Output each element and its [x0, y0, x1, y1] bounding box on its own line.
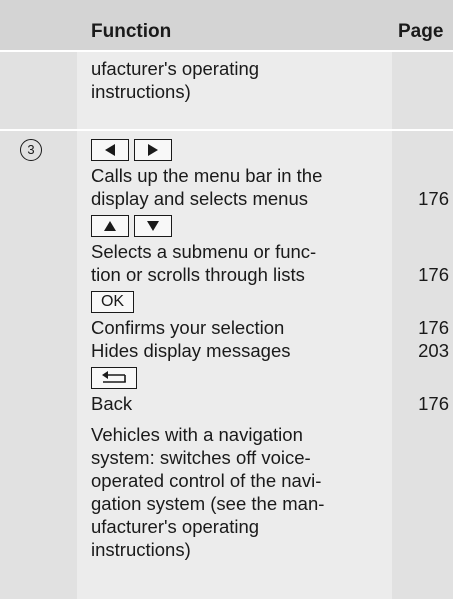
page-ref-back: 176 — [418, 393, 449, 414]
submenu-text-line-2: tion or scrolls through lists — [91, 264, 305, 285]
table-row-3: 3 Calls up the menu bar in the display a… — [0, 131, 453, 599]
function-column-header: Function — [91, 21, 172, 42]
nav-text-line-2: system: switches off voice- — [91, 447, 311, 468]
submenu-text-line-1: Selects a submenu or func- — [91, 241, 317, 262]
nav-text-line-6: instructions) — [91, 539, 191, 560]
up-arrow-key-icon — [91, 215, 129, 237]
function-table: Function Page ufacturer's operating inst… — [0, 0, 453, 599]
nav-text-line-4: gation system (see the man- — [91, 493, 325, 514]
right-arrow-key-icon — [134, 139, 172, 161]
back-key-icon — [91, 367, 137, 389]
nav-text-line-1: Vehicles with a navigation — [91, 424, 303, 445]
nav-text-line-3: operated control of the navi- — [91, 470, 322, 491]
down-arrow-key-icon — [134, 215, 172, 237]
page-ref-hide: 203 — [418, 340, 449, 361]
table-header: Function Page — [0, 0, 453, 50]
back-text: Back — [91, 393, 133, 414]
confirm-text: Confirms your selection — [91, 317, 285, 338]
page-ref-submenu: 176 — [418, 264, 449, 285]
page-ref-confirm: 176 — [418, 317, 449, 338]
hide-messages-text: Hides display messages — [91, 340, 291, 361]
menu-bar-text-line-2: display and selects menus — [91, 188, 308, 209]
continued-text-line-2: instructions) — [91, 81, 191, 102]
page-ref-menu-bar: 176 — [418, 188, 449, 209]
continued-text-line-1: ufacturer's operating — [91, 58, 260, 79]
left-arrow-key-icon — [91, 139, 129, 161]
nav-text-line-5: ufacturer's operating — [91, 516, 260, 537]
menu-bar-text-line-1: Calls up the menu bar in the — [91, 165, 323, 186]
table-row-continued: ufacturer's operating instructions) — [0, 52, 453, 129]
page-column-header: Page — [398, 21, 444, 42]
ok-key-icon: OK — [91, 291, 134, 313]
row-number-badge: 3 — [20, 139, 42, 161]
